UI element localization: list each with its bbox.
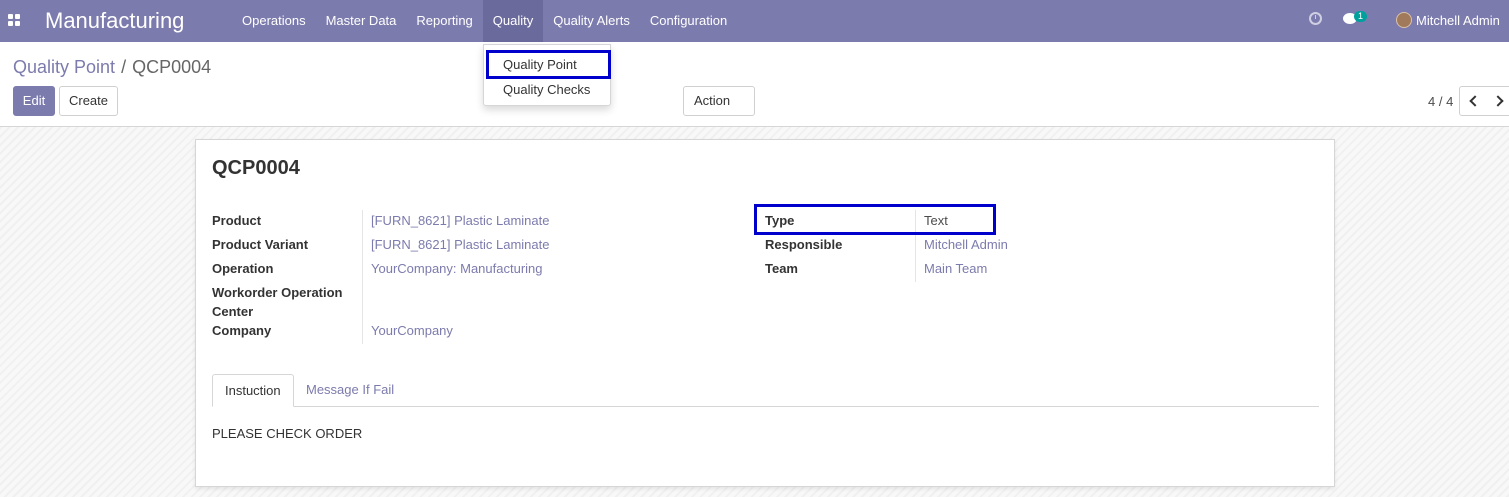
label-product: Product: [212, 213, 262, 228]
breadcrumb-separator: /: [121, 57, 127, 77]
form-sheet: QCP0004 Product [FURN_8621] Plastic Lami…: [195, 139, 1335, 487]
label-operation: Operation: [212, 261, 274, 276]
notebook-tabs: Instuction Message If Fail: [212, 374, 1319, 407]
main-menu: Operations Master Data Reporting Quality…: [232, 0, 737, 42]
chat-badge: 1: [1354, 11, 1368, 22]
field-product-variant[interactable]: [FURN_8621] Plastic Laminate: [371, 237, 549, 252]
highlight-box-quality-point: [486, 50, 611, 79]
user-menu[interactable]: Mitchell Admin: [1416, 13, 1500, 28]
action-label: Action: [694, 93, 731, 108]
edit-button[interactable]: Edit: [13, 86, 55, 116]
apps-menu-icon[interactable]: [8, 14, 20, 26]
record-title: QCP0004: [212, 157, 300, 179]
activity-clock-icon[interactable]: [1309, 12, 1322, 25]
label-team: Team: [765, 261, 798, 276]
top-navbar: Manufacturing Operations Master Data Rep…: [0, 0, 1509, 42]
pager-previous-button[interactable]: [1459, 86, 1488, 116]
menu-reporting[interactable]: Reporting: [406, 0, 482, 42]
control-panel: Quality Point / QCP0004 Edit Create Action…: [0, 42, 1509, 131]
label-responsible: Responsible: [765, 237, 843, 252]
field-responsible[interactable]: Mitchell Admin: [924, 237, 1008, 252]
menu-quality-alerts[interactable]: Quality Alerts: [543, 0, 640, 42]
field-operation[interactable]: YourCompany: Manufacturing: [371, 261, 543, 276]
pager-next-button[interactable]: [1487, 86, 1509, 116]
field-separator-left: [362, 210, 363, 344]
menu-configuration[interactable]: Configuration: [640, 0, 737, 42]
menu-operations[interactable]: Operations: [232, 0, 316, 42]
action-dropdown-button[interactable]: Action: [683, 86, 755, 131]
field-product[interactable]: [FURN_8621] Plastic Laminate: [371, 213, 549, 228]
instruction-content[interactable]: PLEASE CHECK ORDER: [212, 426, 362, 441]
chevron-left-icon: [1469, 95, 1481, 107]
field-company[interactable]: YourCompany: [371, 323, 453, 338]
label-workorder-operation-line2: Center: [212, 304, 254, 319]
avatar[interactable]: [1396, 12, 1412, 28]
breadcrumb: Quality Point / QCP0004: [13, 57, 211, 78]
field-team[interactable]: Main Team: [924, 261, 987, 276]
label-workorder-operation-line1: Workorder Operation: [212, 285, 343, 300]
create-button[interactable]: Create: [59, 86, 118, 116]
breadcrumb-parent[interactable]: Quality Point: [13, 57, 115, 77]
tab-instruction[interactable]: Instuction: [212, 374, 294, 407]
breadcrumb-current: QCP0004: [132, 57, 212, 77]
menu-quality[interactable]: Quality: [482, 0, 544, 42]
highlight-box-type-field: [754, 204, 996, 235]
app-name[interactable]: Manufacturing: [45, 8, 184, 34]
dropdown-item-quality-checks[interactable]: Quality Checks: [484, 82, 610, 97]
label-company: Company: [212, 323, 272, 338]
label-product-variant: Product Variant: [212, 237, 309, 252]
tab-message-if-fail[interactable]: Message If Fail: [294, 374, 406, 407]
pager-value[interactable]: 4 / 4: [1428, 94, 1453, 109]
chevron-right-icon: [1492, 95, 1504, 107]
menu-master-data[interactable]: Master Data: [316, 0, 407, 42]
